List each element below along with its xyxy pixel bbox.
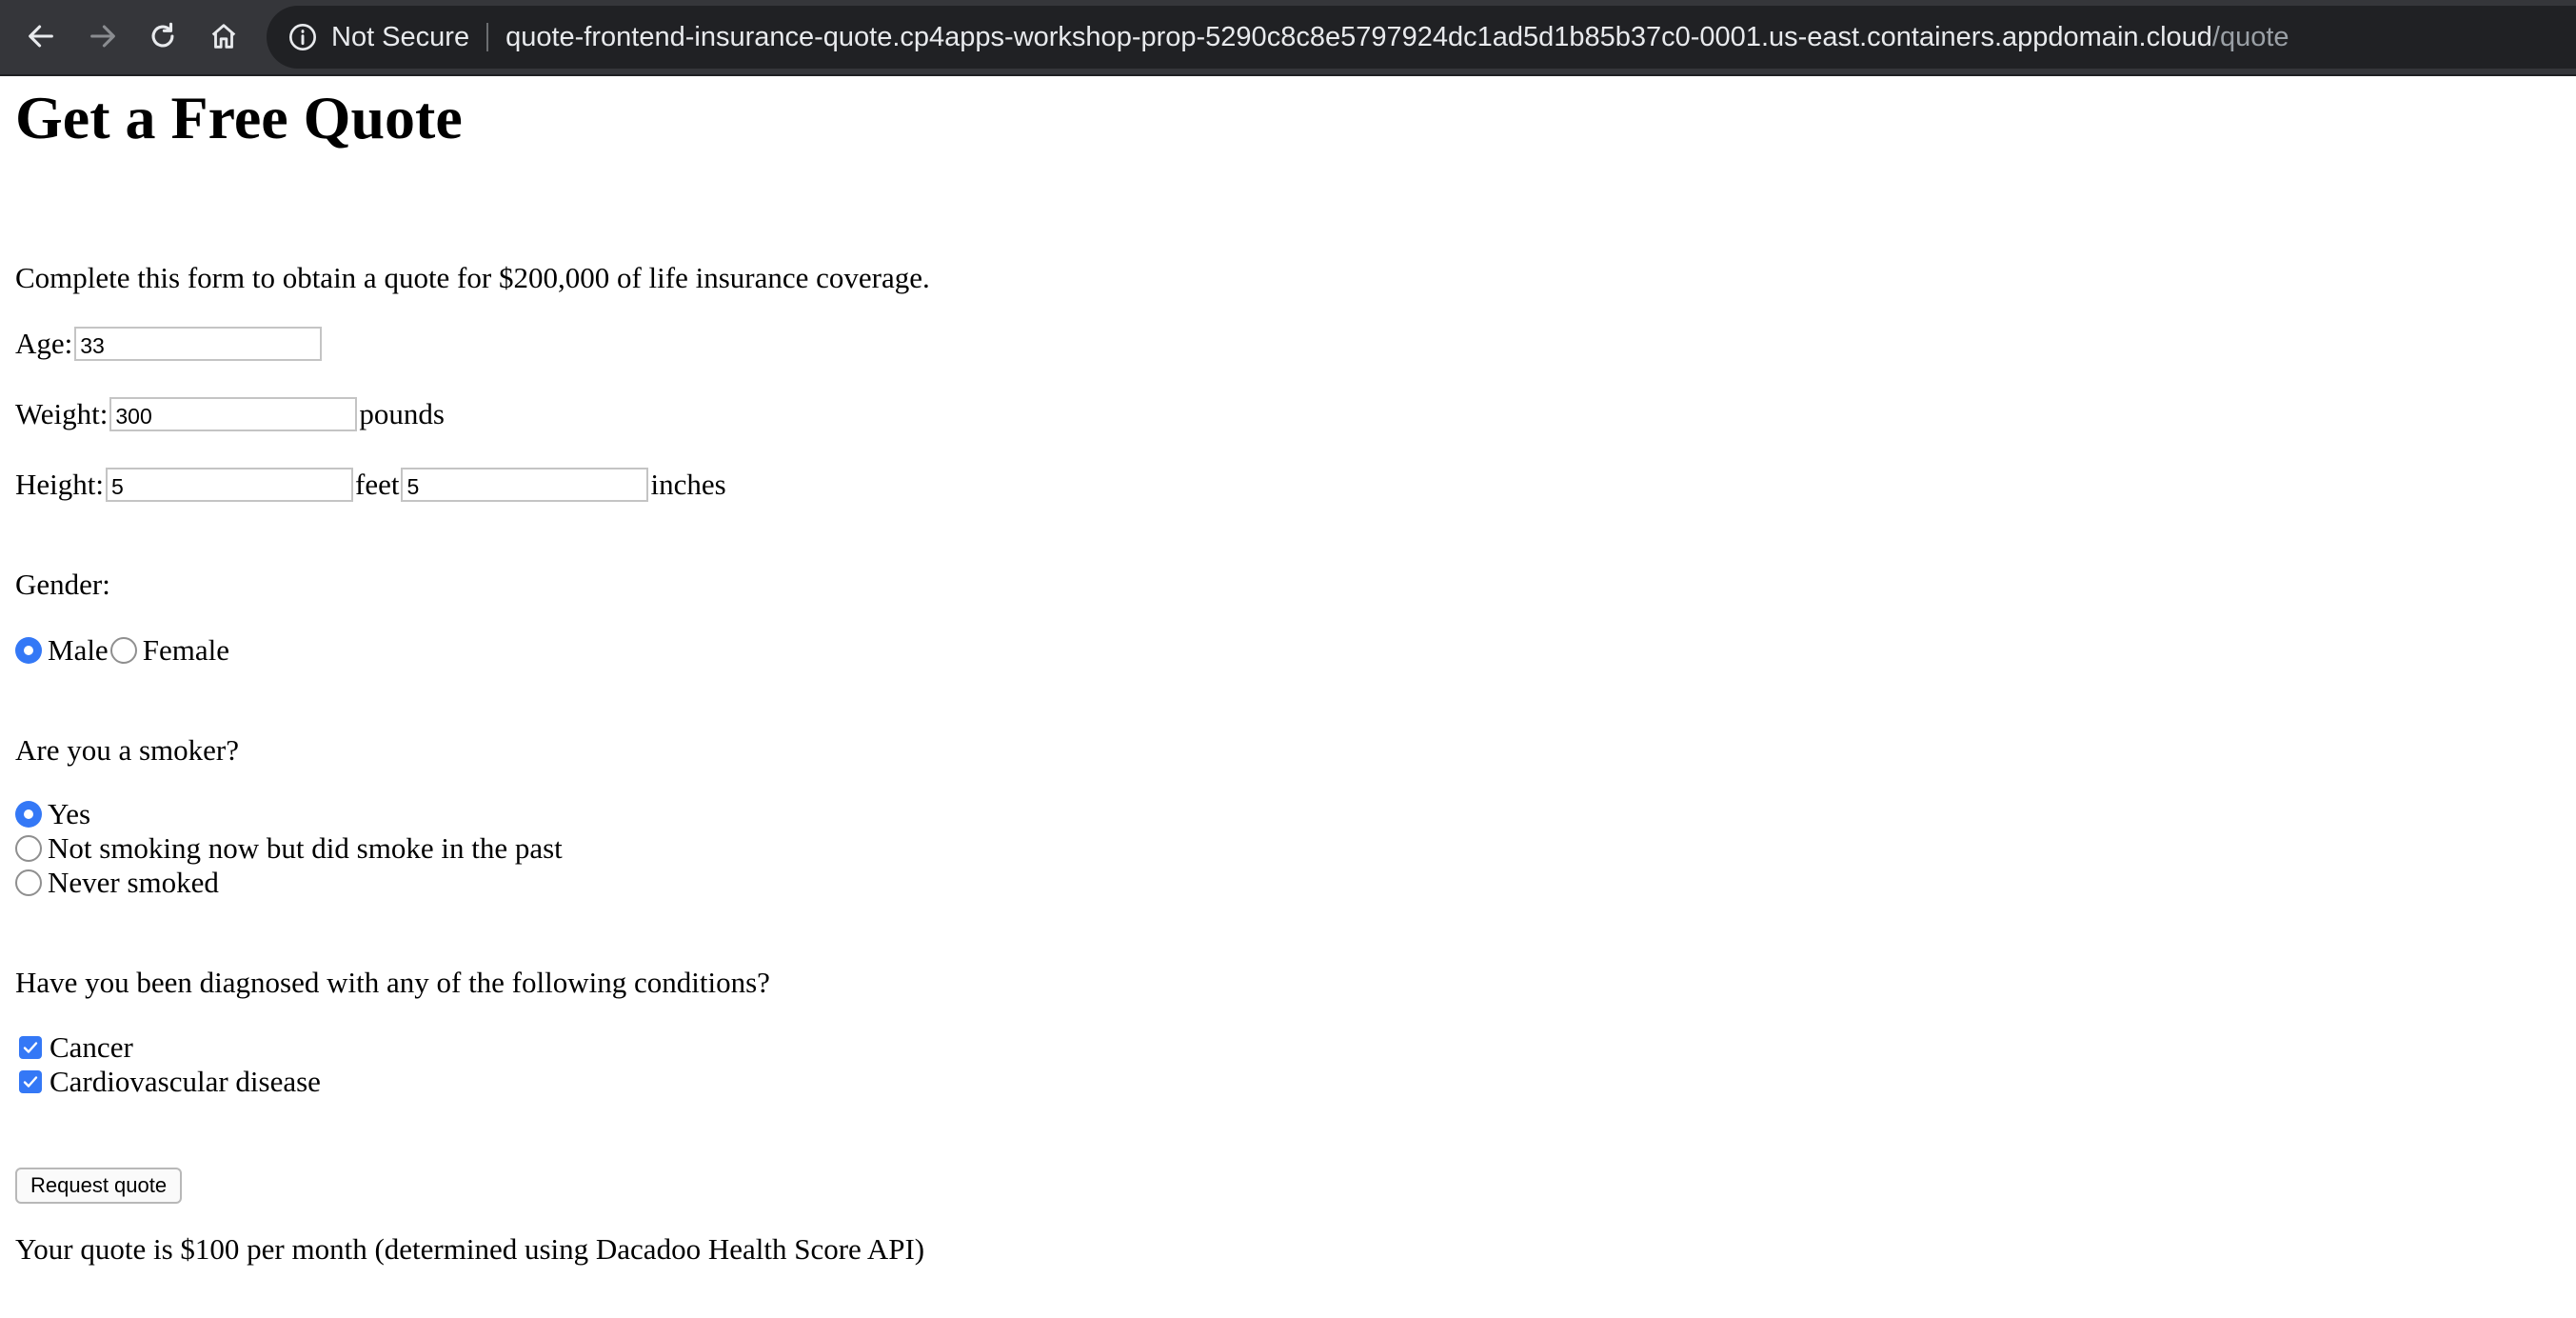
reload-icon[interactable]: [137, 10, 188, 62]
conditions-question: Have you been diagnosed with any of the …: [15, 966, 770, 999]
age-label: Age:: [15, 327, 73, 360]
smoker-yes-radio[interactable]: [15, 801, 42, 828]
back-arrow-icon[interactable]: [15, 10, 67, 62]
height-inches-input[interactable]: 5: [401, 468, 649, 502]
url-path: /quote: [2211, 21, 2289, 52]
weight-unit: pounds: [359, 397, 445, 430]
condition-cardiovascular: Cardiovascular disease: [15, 1065, 321, 1099]
condition-cancer: Cancer: [15, 1030, 133, 1065]
gender-options: Male Female: [15, 633, 229, 668]
smoker-option-never: Never smoked: [15, 866, 219, 900]
height-inches-unit: inches: [650, 468, 726, 501]
home-icon[interactable]: [198, 10, 249, 62]
request-quote-button[interactable]: Request quote: [15, 1168, 183, 1204]
checkmark-icon: [23, 1042, 38, 1053]
smoker-never-label[interactable]: Never smoked: [48, 866, 219, 900]
gender-question: Gender:: [15, 568, 110, 601]
age-row: Age: 33: [15, 327, 324, 361]
quote-result: Your quote is $100 per month (determined…: [15, 1232, 925, 1266]
cancer-label[interactable]: Cancer: [50, 1030, 133, 1065]
age-input[interactable]: 33: [74, 327, 323, 361]
height-feet-unit: feet: [355, 468, 400, 501]
smoker-yes-label[interactable]: Yes: [48, 797, 90, 831]
height-label: Height:: [15, 468, 104, 501]
info-icon[interactable]: [287, 22, 318, 52]
height-feet-input[interactable]: 5: [106, 468, 353, 502]
smoker-past-label[interactable]: Not smoking now but did smoke in the pas…: [48, 831, 563, 866]
forward-arrow-icon[interactable]: [77, 10, 129, 62]
page-title: Get a Free Quote: [15, 84, 463, 151]
cardiovascular-checkbox[interactable]: [19, 1070, 42, 1093]
gender-female-label[interactable]: Female: [143, 633, 229, 668]
smoker-option-past: Not smoking now but did smoke in the pas…: [15, 831, 563, 866]
gender-male-label[interactable]: Male: [48, 633, 109, 668]
smoker-question: Are you a smoker?: [15, 733, 239, 767]
gender-male-radio[interactable]: [15, 637, 42, 664]
smoker-past-radio[interactable]: [15, 835, 42, 862]
browser-toolbar: Not Secure quote-frontend-insurance-quot…: [0, 0, 2576, 76]
address-separator: [486, 23, 489, 51]
weight-row: Weight: 300 pounds: [15, 397, 445, 431]
cancer-checkbox[interactable]: [19, 1036, 42, 1059]
url-host: quote-frontend-insurance-quote.cp4apps-w…: [505, 21, 2212, 52]
intro-text: Complete this form to obtain a quote for…: [15, 261, 930, 294]
weight-label: Weight:: [15, 397, 109, 430]
smoker-option-yes: Yes: [15, 797, 90, 831]
security-label: Not Secure: [331, 21, 470, 52]
smoker-never-radio[interactable]: [15, 869, 42, 896]
weight-input[interactable]: 300: [109, 397, 358, 431]
height-row: Height: 5 feet 5 inches: [15, 468, 726, 502]
gender-female-radio[interactable]: [109, 637, 137, 664]
cardiovascular-label[interactable]: Cardiovascular disease: [50, 1065, 321, 1099]
checkmark-icon: [23, 1076, 38, 1088]
address-bar[interactable]: Not Secure quote-frontend-insurance-quot…: [267, 6, 2576, 69]
